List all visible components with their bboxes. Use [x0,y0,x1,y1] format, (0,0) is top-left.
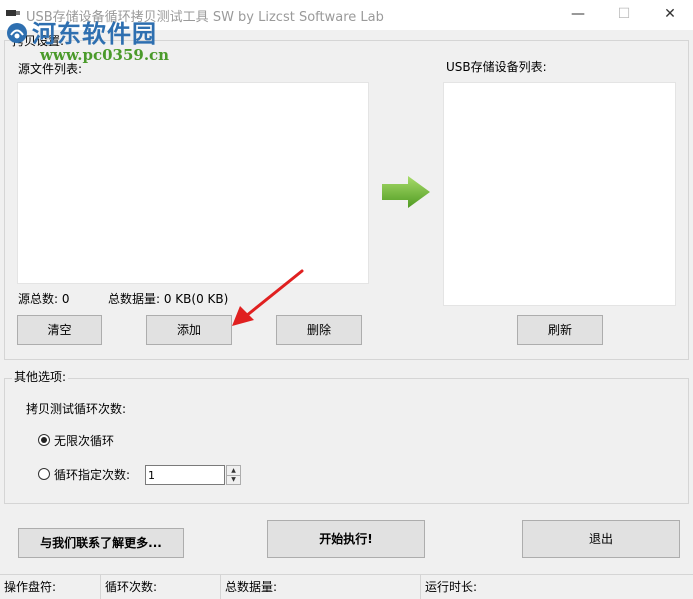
watermark-logo-icon [7,23,27,43]
clear-button[interactable]: 清空 [17,315,102,345]
loop-count-label: 拷贝测试循环次数: [26,402,127,416]
radio-specified-label: 循环指定次数: [54,468,131,482]
usb-list-label: USB存储设备列表: [446,60,547,74]
total-size-label: 总数据量: 0 KB(0 KB) [108,292,229,306]
right-arrow-icon [382,176,430,208]
minimize-button[interactable]: — [555,0,601,30]
status-total-data: 总数据量: [221,575,421,599]
close-button[interactable]: ✕ [647,0,693,30]
watermark-url: www.pc0359.cn [40,46,170,64]
radio-infinite-label: 无限次循环 [54,434,115,448]
status-drive: 操作盘符: [0,575,101,599]
status-loops: 循环次数: [101,575,221,599]
annotation-arrow-icon [232,269,304,326]
status-bar: 操作盘符: 循环次数: 总数据量: 运行时长: [0,574,693,599]
add-button[interactable]: 添加 [146,315,232,345]
start-button[interactable]: 开始执行! [267,520,425,558]
loop-count-stepper[interactable]: ▲ ▼ [226,465,241,485]
maximize-button[interactable]: ☐ [601,0,647,30]
source-count-label: 源总数: 0 [18,292,70,306]
usb-device-list[interactable] [443,82,676,306]
radio-infinite-loop[interactable]: 无限次循环 [38,432,178,448]
radio-infinite-button[interactable] [38,434,50,446]
spin-down-icon[interactable]: ▼ [227,475,240,484]
usb-app-icon [6,10,20,16]
other-options-label: 其他选项: [12,368,69,385]
contact-us-button[interactable]: 与我们联系了解更多... [18,528,184,558]
exit-button[interactable]: 退出 [522,520,680,558]
loop-count-input[interactable] [145,465,225,485]
source-file-list[interactable] [17,82,369,284]
watermark-site-name: 河东软件园 [32,19,157,48]
refresh-button[interactable]: 刷新 [517,315,603,345]
status-runtime: 运行时长: [425,580,478,594]
radio-specified-button[interactable] [38,468,50,480]
radio-specified-loop[interactable]: 循环指定次数: [38,466,143,482]
